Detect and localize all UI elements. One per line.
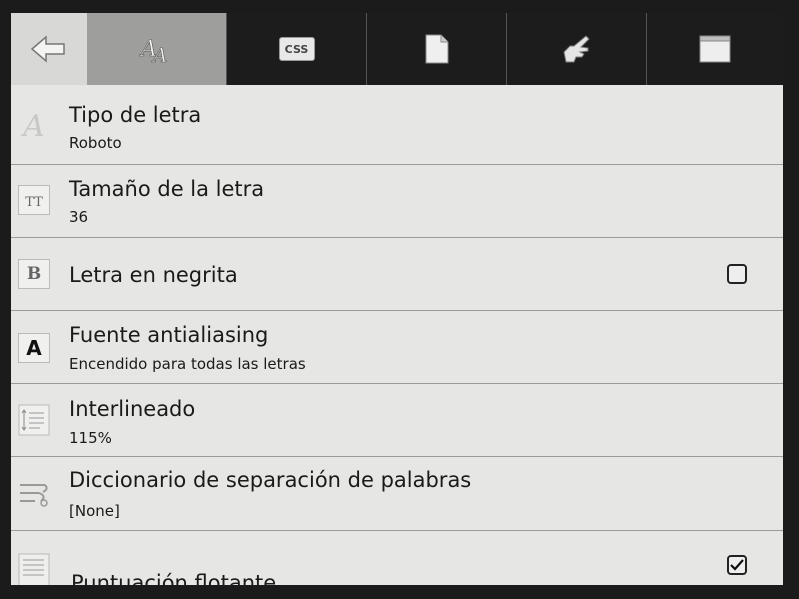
floating-punctuation-checkbox[interactable] — [727, 555, 747, 575]
setting-bold[interactable]: B Letra en negrita — [11, 238, 783, 311]
tab-window[interactable] — [647, 13, 783, 85]
floating-punctuation-icon — [17, 553, 51, 585]
back-arrow-icon — [30, 35, 65, 63]
setting-title: Interlineado — [69, 397, 196, 421]
setting-title: Tipo de letra — [69, 103, 202, 127]
tab-controls[interactable] — [507, 13, 647, 85]
setting-floating-punctuation[interactable]: Puntuación flotante — [11, 531, 783, 585]
css-icon-label: CSS — [284, 42, 309, 56]
tab-page[interactable] — [367, 13, 507, 85]
setting-font-size[interactable]: TT Tamaño de la letra 36 — [11, 165, 783, 238]
setting-title: Diccionario de separación de palabras — [69, 468, 472, 492]
checkmark-icon — [730, 559, 744, 571]
hyphenation-icon — [17, 477, 51, 511]
tab-css[interactable]: CSS — [227, 13, 367, 85]
setting-value: 36 — [69, 208, 89, 226]
setting-value: [None] — [69, 502, 120, 520]
setting-hyphenation-dictionary[interactable]: Diccionario de separación de palabras [N… — [11, 457, 783, 531]
svg-text:A: A — [151, 43, 167, 66]
font-size-icon: TT — [17, 183, 51, 217]
bold-checkbox[interactable] — [727, 264, 747, 284]
window-icon — [699, 35, 731, 63]
css-icon: CSS — [278, 37, 315, 61]
font-style-icon: A A — [138, 37, 167, 66]
font-type-icon: A — [23, 108, 45, 144]
setting-title: Letra en negrita — [69, 263, 238, 287]
antialias-icon: A — [17, 331, 51, 365]
setting-value: Roboto — [69, 134, 122, 152]
setting-font-type[interactable]: A Tipo de letra Roboto — [11, 87, 783, 165]
setting-title: Puntuación flotante — [71, 571, 277, 585]
setting-value: Encendido para todas las letras — [69, 355, 306, 373]
setting-antialias[interactable]: A Fuente antialiasing Encendido para tod… — [11, 311, 783, 384]
setting-title: Fuente antialiasing — [69, 323, 269, 347]
setting-title: Tamaño de la letra — [69, 177, 265, 201]
back-button[interactable] — [11, 13, 87, 85]
page-icon — [425, 34, 448, 64]
setting-value: 115% — [69, 429, 112, 447]
bold-icon: B — [17, 257, 51, 291]
top-toolbar: A A CSS — [11, 13, 783, 85]
line-spacing-icon — [17, 403, 51, 437]
settings-screen: A A CSS A Tipo de letra Roboto TT Tamaño… — [11, 13, 783, 585]
setting-line-spacing[interactable]: Interlineado 115% — [11, 384, 783, 457]
tab-font[interactable]: A A — [87, 13, 227, 85]
hand-pointer-icon — [562, 35, 590, 63]
